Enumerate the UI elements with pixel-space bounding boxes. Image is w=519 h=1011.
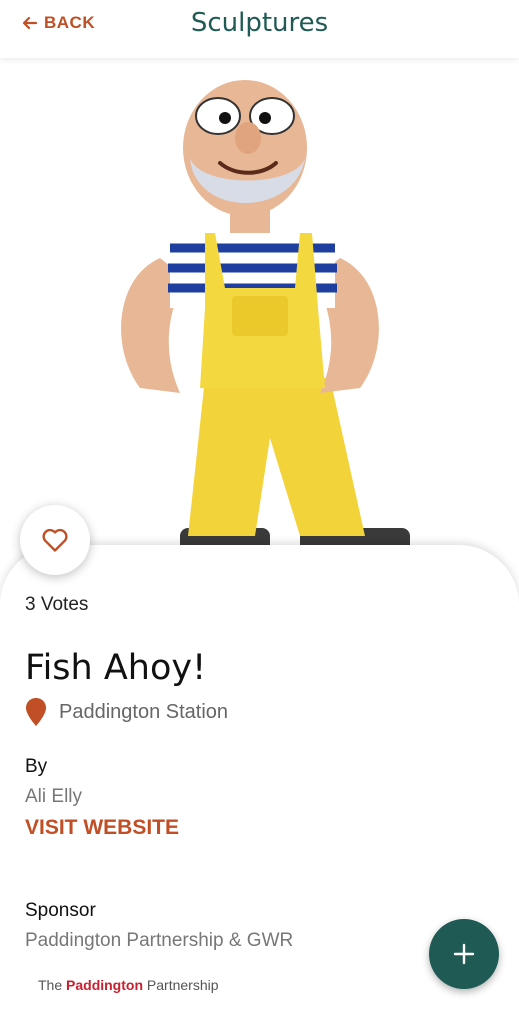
sculpture-illustration [121, 80, 410, 548]
heart-icon [42, 528, 68, 552]
sculpture-name: Fish Ahoy! [25, 648, 207, 688]
sponsor-logo: The Paddington Partnership [38, 977, 219, 993]
sponsor-logo-prefix: The [38, 977, 67, 993]
top-bar: BACK Sculptures [0, 0, 519, 58]
add-button[interactable] [429, 919, 499, 989]
sponsor-logo-brand: Paddington [66, 977, 144, 993]
location: Paddington Station [25, 697, 228, 727]
location-text: Paddington Station [59, 700, 229, 723]
sponsor-logo-suffix: Partnership [143, 977, 219, 993]
votes-count: 3 Votes [25, 594, 89, 615]
sponsor-name: Paddington Partnership & GWR [25, 930, 294, 951]
page-title: Sculptures [190, 8, 329, 38]
favorite-button[interactable] [20, 505, 90, 575]
artist-label: By [25, 756, 48, 777]
visit-website-link[interactable]: VISIT WEBSITE [25, 816, 179, 840]
sponsor-label: Sponsor [25, 900, 96, 921]
plus-icon [453, 943, 475, 965]
sculpture-image [0, 58, 519, 548]
artist-name: Ali Elly [25, 786, 83, 807]
map-pin-icon [26, 698, 46, 726]
